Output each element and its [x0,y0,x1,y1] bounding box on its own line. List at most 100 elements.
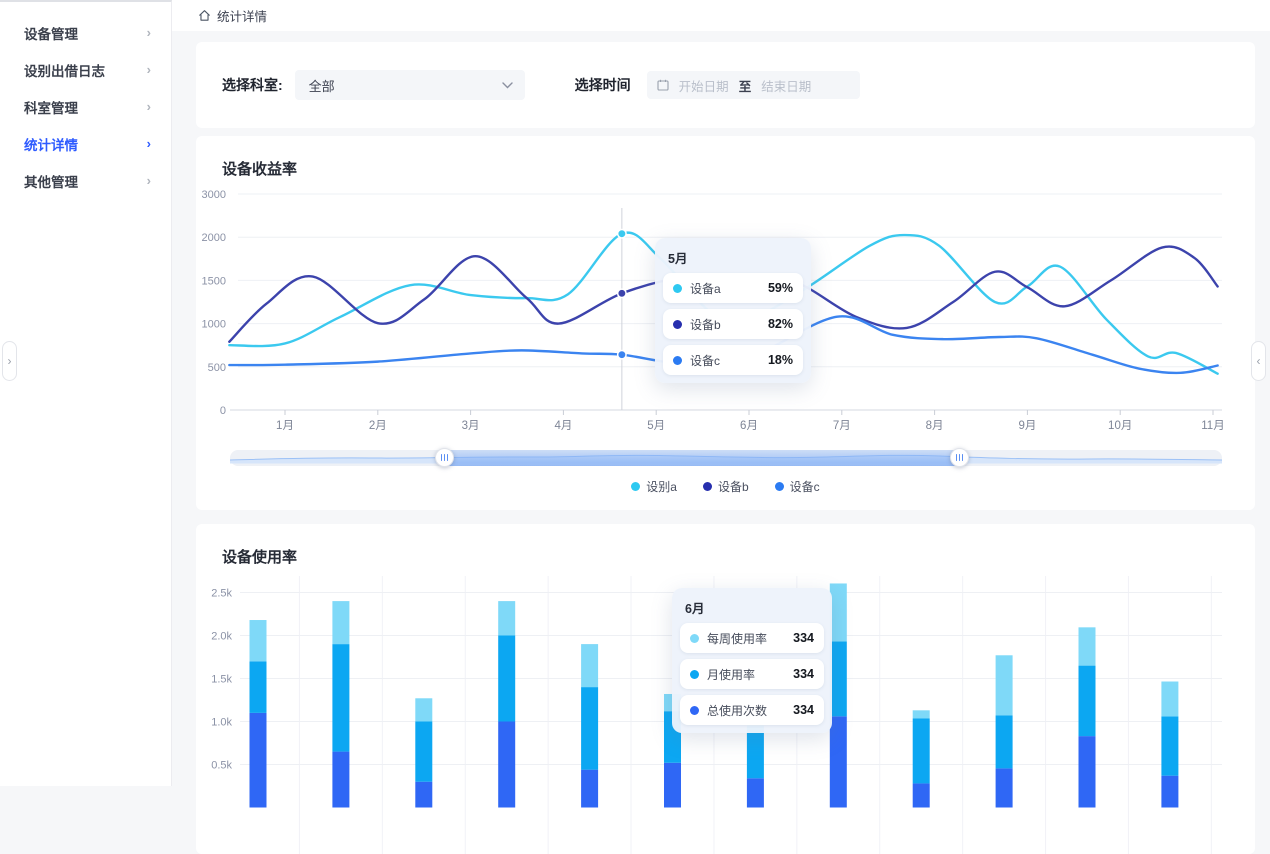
datazoom-left-handle[interactable] [435,448,454,467]
legend-a-dot-icon [631,482,640,491]
home-icon [198,9,211,22]
tooltip-title: 6月 [685,598,824,617]
tooltip-row: 总使用次数 334 [680,695,824,725]
svg-text:2.5k: 2.5k [211,588,232,600]
sidebar-item-device-management[interactable]: 设备管理 › [0,14,171,51]
breadcrumb[interactable]: 统计详情 [198,6,267,25]
date-range-to-label: 至 [739,76,752,95]
chevron-right-icon: › [147,136,151,151]
svg-text:2.0k: 2.0k [211,631,232,643]
department-select-value: 全部 [309,76,335,95]
tooltip-row: 设备a 59% [663,273,803,303]
svg-text:10月: 10月 [1108,420,1132,432]
tooltip-series-name: 设备b [690,316,760,333]
svg-text:3月: 3月 [462,420,480,432]
tooltip-series-value: 334 [793,631,814,645]
revenue-chart-card: 设备收益率 050010001500200030001月2月3月4月5月6月7月… [196,136,1255,510]
legend-c-dot-icon [775,482,784,491]
monthly-usage-dot-icon [690,670,699,679]
department-select[interactable]: 全部 [295,70,525,100]
sidebar-item-other-management[interactable]: 其他管理 › [0,162,171,199]
usage-chart-card: 设备使用率 0.5k1.0k1.5k2.0k2.5k 6月 每周使用率 334 … [196,524,1255,854]
svg-text:1000: 1000 [202,319,226,331]
chevron-right-icon: › [147,62,151,77]
total-usage-dot-icon [690,706,699,715]
sidebar-menu: 设备管理 › 设别出借日志 › 科室管理 › 统计详情 › 其他管理 › [0,2,171,199]
sidebar-item-label: 设备管理 [24,23,78,43]
right-panel-toggle[interactable]: ‹ [1251,341,1266,381]
tooltip-series-name: 设备a [690,280,760,297]
chevron-right-icon: › [8,354,12,368]
topbar: 统计详情 [172,0,1270,31]
legend-label: 设别a [646,478,677,495]
legend-label: 设备c [790,478,820,495]
svg-text:1.0k: 1.0k [211,717,232,729]
chevron-right-icon: › [147,173,151,188]
filter-row: 选择科室: 全部 选择时间 开始日期 至 结束日期 [196,42,1255,128]
svg-text:500: 500 [208,362,226,374]
svg-text:2月: 2月 [369,420,387,432]
svg-text:9月: 9月 [1018,420,1036,432]
legend-item-c[interactable]: 设备c [775,478,820,495]
sidebar-item-department-management[interactable]: 科室管理 › [0,88,171,125]
svg-text:3000: 3000 [202,189,226,201]
tooltip-row: 设备c 18% [663,345,803,375]
series-b-dot-icon [673,320,682,329]
end-date-input[interactable]: 结束日期 [761,76,811,95]
svg-text:1月: 1月 [276,420,294,432]
chevron-right-icon: › [147,99,151,114]
chevron-down-icon [502,82,513,89]
legend-label: 设备b [718,478,749,495]
chevron-left-icon: ‹ [1257,354,1261,368]
revenue-tooltip: 5月 设备a 59% 设备b 82% 设备c 18% [655,238,811,383]
sidebar-item-label: 其他管理 [24,171,78,191]
weekly-usage-dot-icon [690,634,699,643]
department-filter-label: 选择科室: [222,75,283,95]
date-range-picker[interactable]: 开始日期 至 结束日期 [647,71,860,99]
tooltip-series-name: 月使用率 [707,666,785,683]
svg-text:11月: 11月 [1201,420,1224,432]
tooltip-row: 月使用率 334 [680,659,824,689]
datazoom-slider[interactable] [230,450,1222,466]
time-filter-label: 选择时间 [575,75,631,95]
usage-tooltip: 6月 每周使用率 334 月使用率 334 总使用次数 334 [672,588,832,733]
start-date-input[interactable]: 开始日期 [679,76,729,95]
sidebar-item-lending-log[interactable]: 设别出借日志 › [0,51,171,88]
tooltip-row: 设备b 82% [663,309,803,339]
svg-text:2000: 2000 [202,232,226,244]
svg-text:6月: 6月 [740,420,758,432]
sidebar-item-statistics-detail[interactable]: 统计详情 › [0,125,171,162]
series-a-dot-icon [673,284,682,293]
tooltip-series-value: 59% [768,281,793,295]
tooltip-series-value: 18% [768,353,793,367]
tooltip-title: 5月 [668,248,803,267]
tooltip-series-name: 设备c [690,352,760,369]
tooltip-row: 每周使用率 334 [680,623,824,653]
tooltip-series-value: 334 [793,667,814,681]
tooltip-series-name: 每周使用率 [707,630,785,647]
svg-text:8月: 8月 [926,420,944,432]
svg-text:1.5k: 1.5k [211,674,232,686]
legend-b-dot-icon [703,482,712,491]
filter-card: 选择科室: 全部 选择时间 开始日期 至 结束日期 [196,42,1255,128]
legend-item-b[interactable]: 设备b [703,478,749,495]
datazoom-right-handle[interactable] [950,448,969,467]
left-panel-toggle[interactable]: › [2,341,17,381]
svg-text:4月: 4月 [554,420,572,432]
tooltip-series-name: 总使用次数 [707,702,785,719]
sidebar-item-label: 设别出借日志 [24,60,105,80]
datazoom-selected-range[interactable] [444,450,959,466]
svg-text:5月: 5月 [647,420,665,432]
breadcrumb-label: 统计详情 [217,6,267,25]
sidebar-item-label: 统计详情 [24,134,78,154]
svg-text:7月: 7月 [833,420,851,432]
svg-text:0: 0 [220,405,226,417]
svg-text:1500: 1500 [202,275,226,287]
tooltip-series-value: 82% [768,317,793,331]
svg-text:0.5k: 0.5k [211,760,232,772]
sidebar-item-label: 科室管理 [24,97,78,117]
chevron-right-icon: › [147,25,151,40]
series-c-dot-icon [673,356,682,365]
calendar-icon [657,79,669,91]
legend-item-a[interactable]: 设别a [631,478,677,495]
